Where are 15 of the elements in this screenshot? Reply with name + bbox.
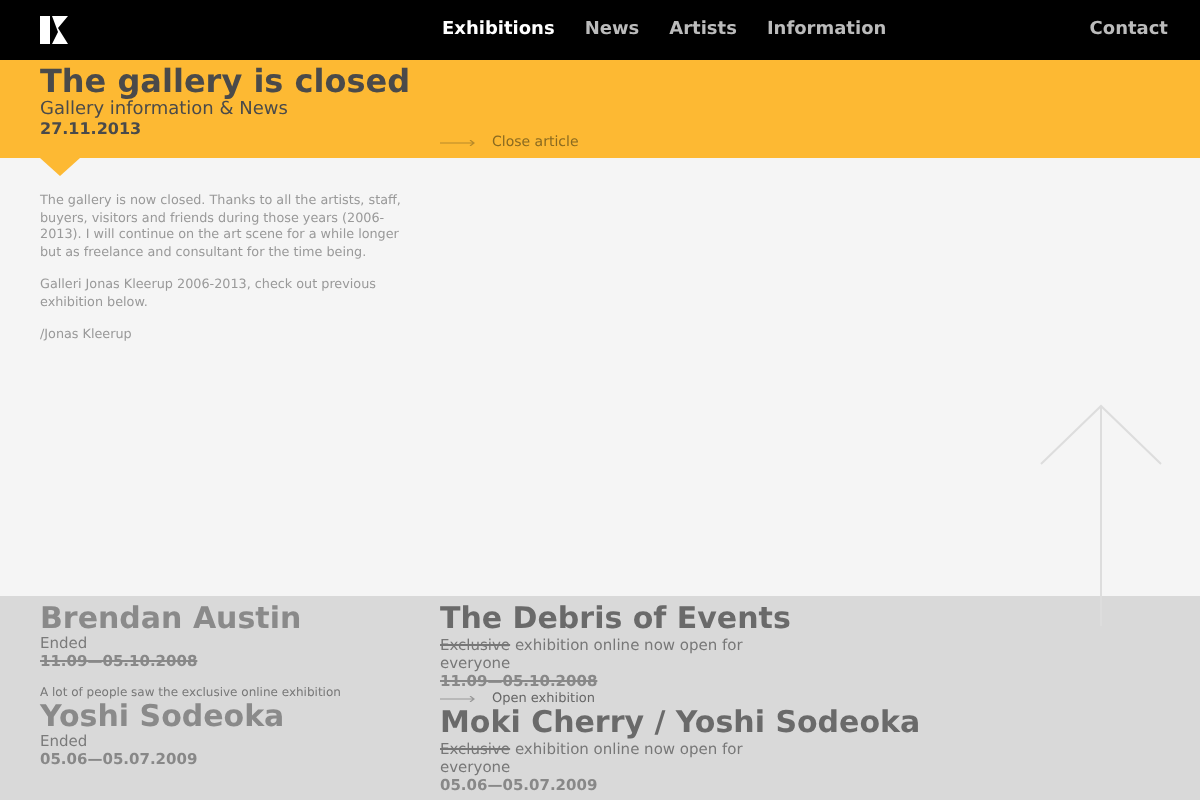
article-subtitle: Gallery information & News: [40, 100, 290, 120]
arrow-icon: [440, 139, 476, 145]
nav-link[interactable]: Information: [766, 20, 887, 40]
logo-icon[interactable]: [40, 16, 68, 44]
article-title: The gallery is closed: [40, 60, 413, 100]
exhibition-title[interactable]: The Debris of Events: [440, 602, 921, 636]
article-date: 27.11.2013: [40, 120, 144, 140]
nav-link[interactable]: News: [584, 20, 640, 40]
arrow-icon: [440, 696, 476, 702]
exhibition-title[interactable]: Yoshi Sodeoka: [40, 700, 440, 734]
contact-link[interactable]: Contact: [1089, 20, 1168, 40]
exhibition-title[interactable]: Moki Cherry / Yoshi Sodeoka: [440, 706, 921, 740]
exhibition-title[interactable]: Brendan Austin: [40, 602, 440, 636]
nav-link[interactable]: Exhibitions: [442, 20, 555, 40]
nav-link[interactable]: Artists: [669, 20, 737, 40]
